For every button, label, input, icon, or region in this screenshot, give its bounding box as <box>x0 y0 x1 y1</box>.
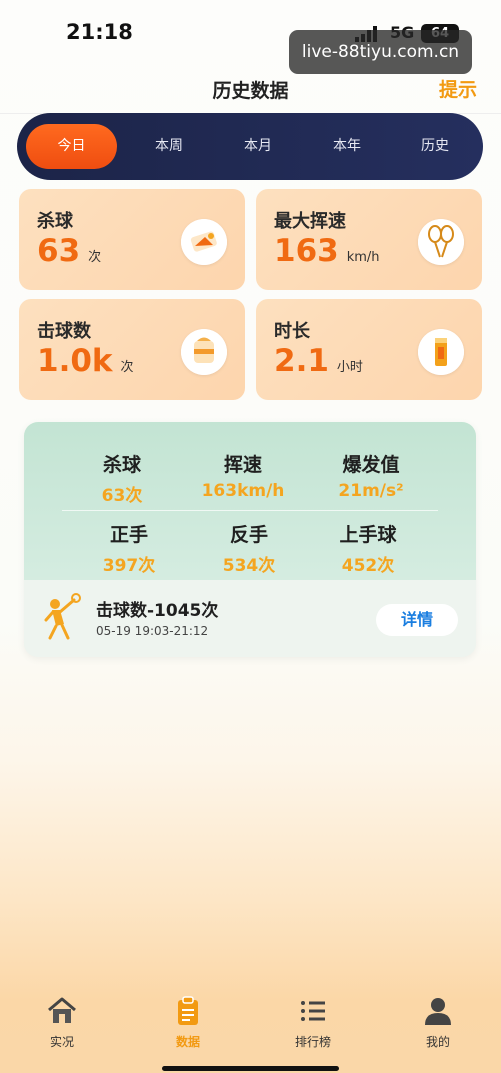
nav-label: 实况 <box>49 1035 74 1049</box>
stat-unit: 小时 <box>336 360 363 375</box>
metric-value: 397次 <box>102 556 156 576</box>
metric-value: 452次 <box>341 556 395 576</box>
nav-label: 我的 <box>425 1035 450 1049</box>
stat-label: 击球数 <box>37 321 91 342</box>
metric-overhead: 上手球 452次 <box>303 520 433 576</box>
tab-year[interactable]: 本年 <box>312 113 382 180</box>
user-icon <box>425 998 451 1025</box>
metric-label: 反手 <box>229 524 268 546</box>
shuttle-count-icon <box>181 329 227 375</box>
stat-unit: 次 <box>120 360 134 375</box>
nav-item-live[interactable]: 实况 <box>22 995 102 1050</box>
summary-panel: 杀球 63次 挥速 163km/h 爆发值 21m/s² 正手 397次 反手 … <box>24 422 476 657</box>
stat-card-max-speed[interactable]: 最大挥速 163 km/h <box>256 189 482 290</box>
metric-backhand: 反手 534次 <box>184 520 314 576</box>
stat-label: 杀球 <box>37 211 73 232</box>
list-icon <box>301 1001 325 1021</box>
racket-icon <box>418 219 464 265</box>
metric-label: 正手 <box>109 524 148 546</box>
metric-label: 爆发值 <box>342 454 400 476</box>
metric-value: 534次 <box>222 556 276 576</box>
stat-card-duration[interactable]: 时长 2.1 小时 <box>256 299 482 400</box>
duration-icon <box>418 329 464 375</box>
status-time: 21:18 <box>66 20 133 44</box>
nav-item-mine[interactable]: 我的 <box>398 995 478 1050</box>
nav-label: 数据 <box>175 1035 200 1049</box>
home-indicator <box>162 1066 339 1071</box>
session-time: 05-19 19:03-21:12 <box>96 624 209 638</box>
hint-link[interactable]: 提示 <box>439 75 477 102</box>
clipboard-icon <box>178 996 198 1025</box>
metric-label: 杀球 <box>102 454 141 476</box>
nav-label: 排行榜 <box>294 1035 331 1049</box>
stat-value: 163 km/h <box>274 233 380 269</box>
bottom-nav: 实况 数据 排行榜 我的 <box>0 985 501 1073</box>
stat-value: 1.0k 次 <box>37 343 134 379</box>
metric-speed: 挥速 163km/h <box>178 450 308 501</box>
tab-history[interactable]: 历史 <box>400 113 470 180</box>
stat-label: 时长 <box>274 321 310 342</box>
stat-value: 63 次 <box>37 233 102 269</box>
stat-unit: km/h <box>346 250 380 265</box>
metric-label: 上手球 <box>339 524 397 546</box>
page-title: 历史数据 <box>212 80 289 102</box>
stat-card-smash[interactable]: 杀球 63 次 <box>19 189 245 290</box>
metric-value: 163km/h <box>201 481 285 501</box>
stat-label: 最大挥速 <box>274 211 346 232</box>
stat-unit: 次 <box>88 250 102 265</box>
nav-item-leaderboard[interactable]: 排行榜 <box>273 995 353 1050</box>
metric-burst: 爆发值 21m/s² <box>306 450 436 501</box>
home-icon <box>48 997 76 1023</box>
metric-label: 挥速 <box>223 454 262 476</box>
stat-value: 2.1 小时 <box>274 343 363 379</box>
tab-week[interactable]: 本周 <box>134 113 204 180</box>
divider <box>62 510 438 511</box>
smash-icon <box>181 219 227 265</box>
metric-value: 21m/s² <box>338 481 404 501</box>
tab-month[interactable]: 本月 <box>223 113 293 180</box>
stat-card-hits[interactable]: 击球数 1.0k 次 <box>19 299 245 400</box>
tab-today[interactable]: 今日 <box>26 124 117 169</box>
player-icon <box>44 593 81 640</box>
header: 历史数据 提示 <box>0 62 501 114</box>
details-button[interactable]: 详情 <box>376 604 458 636</box>
period-tabs: 今日 本周 本月 本年 历史 <box>17 113 483 180</box>
metric-value: 63次 <box>101 486 143 506</box>
session-title: 击球数-1045次 <box>96 601 219 621</box>
nav-item-data[interactable]: 数据 <box>148 995 228 1050</box>
session-row: 击球数-1045次 05-19 19:03-21:12 详情 <box>24 580 476 657</box>
metric-forehand: 正手 397次 <box>64 520 194 576</box>
metric-smash: 杀球 63次 <box>57 450 187 506</box>
